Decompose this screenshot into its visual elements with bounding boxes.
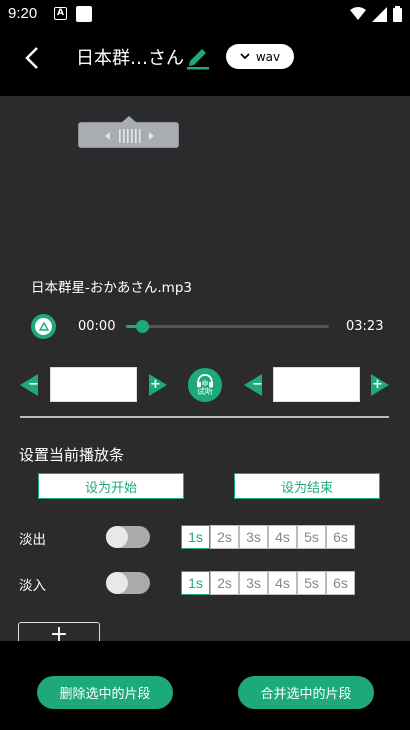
status-bar: 9:20 A — [0, 0, 410, 30]
duration-option[interactable]: 6s — [326, 571, 355, 595]
signal-icon — [372, 6, 387, 22]
fade-in-label: 淡入 — [19, 578, 46, 594]
duration-option[interactable]: 4s — [268, 571, 297, 595]
play-button[interactable] — [31, 314, 56, 339]
plus-icon: + — [372, 377, 383, 392]
file-title: 日本群…さん — [76, 48, 184, 69]
current-time: 00:00 — [78, 319, 116, 334]
end-time-input[interactable] — [273, 367, 360, 402]
duration-option[interactable]: 6s — [326, 525, 355, 549]
bottom-action-bar: 删除选中的片段 合并选中的片段 — [0, 641, 410, 730]
status-time: 9:20 — [8, 5, 38, 22]
total-time: 03:23 — [346, 319, 384, 334]
minus-icon: − — [252, 377, 263, 392]
playback-progress-bar[interactable] — [126, 320, 329, 333]
app-header: 日本群…さん wav — [0, 30, 410, 96]
audio-file-name: 日本群星-おかあさん.mp3 — [31, 280, 192, 296]
minus-icon: − — [28, 377, 39, 392]
duration-option[interactable]: 1s — [181, 571, 210, 595]
duration-option[interactable]: 3s — [239, 525, 268, 549]
playbar-section-title: 设置当前播放条 — [19, 446, 125, 464]
duration-option[interactable]: 5s — [297, 571, 326, 595]
duration-option[interactable]: 4s — [268, 525, 297, 549]
add-segment-button[interactable]: + — [18, 622, 100, 641]
status-icons — [350, 5, 402, 23]
waveform-drag-handle[interactable] — [78, 116, 179, 148]
duration-option[interactable]: 2s — [210, 571, 239, 595]
set-end-button[interactable]: 设为结束 — [234, 473, 380, 499]
progress-thumb[interactable] — [136, 320, 150, 333]
fade-in-toggle[interactable] — [106, 572, 150, 594]
plus-icon: + — [150, 377, 161, 392]
battery-icon — [393, 6, 402, 22]
back-arrow-icon — [25, 47, 38, 69]
duration-option[interactable]: 5s — [297, 525, 326, 549]
preview-button[interactable]: 试听 — [188, 368, 222, 402]
fade-out-label: 淡出 — [19, 532, 46, 548]
play-button-inner — [35, 318, 52, 335]
pencil-icon — [187, 49, 209, 70]
fade-out-toggle[interactable] — [106, 526, 150, 548]
fade-in-duration: 1s 2s 3s 4s 5s 6s — [181, 571, 355, 595]
notification-a-icon: A — [54, 7, 67, 20]
handle-notch — [121, 116, 137, 123]
format-value: wav — [255, 49, 281, 64]
editor-panel: 日本群星-おかあさん.mp3 00:00 03:23 − + 试听 − + 设置… — [0, 96, 410, 641]
toggle-knob — [106, 572, 128, 594]
divider — [20, 416, 389, 418]
set-start-button[interactable]: 设为开始 — [38, 473, 184, 499]
play-icon — [38, 322, 49, 331]
chevron-down-icon — [240, 53, 250, 60]
fade-out-duration: 1s 2s 3s 4s 5s 6s — [181, 525, 355, 549]
format-dropdown[interactable]: wav — [226, 44, 294, 69]
preview-label: 试听 — [197, 386, 213, 396]
delete-selected-button[interactable]: 删除选中的片段 — [37, 676, 173, 709]
duration-option[interactable]: 2s — [210, 525, 239, 549]
notification-square-icon — [76, 6, 92, 22]
toggle-knob — [106, 526, 128, 548]
start-time-input[interactable] — [50, 367, 137, 402]
back-button[interactable] — [18, 43, 48, 73]
wifi-icon — [350, 7, 366, 20]
edit-title-button[interactable] — [184, 42, 212, 70]
duration-option[interactable]: 3s — [239, 571, 268, 595]
merge-selected-button[interactable]: 合并选中的片段 — [238, 676, 374, 709]
duration-option[interactable]: 1s — [181, 525, 210, 549]
drag-grip-icon — [105, 129, 154, 143]
